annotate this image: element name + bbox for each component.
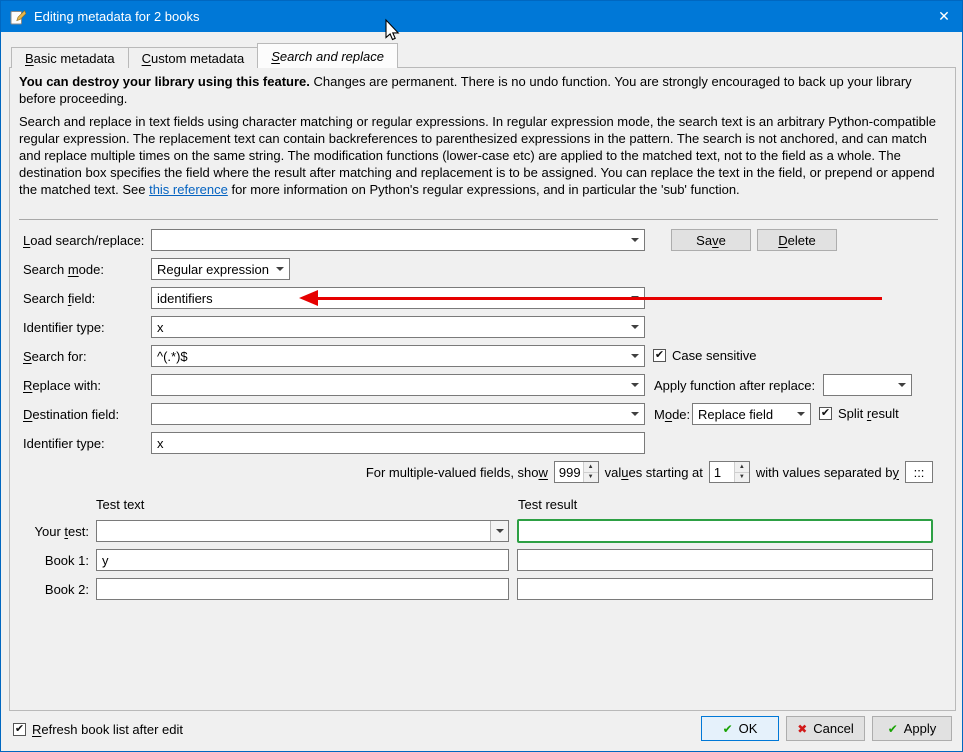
apply-function-combo[interactable] [823,374,912,396]
multi-show-label: For multiple-valued fields, show [365,464,548,480]
destination-field-label: Destination field: [23,407,120,422]
chevron-down-icon [792,404,810,424]
tab-basic-metadata[interactable]: Basic metadata [11,47,129,68]
book2-test-input[interactable] [96,578,509,600]
window-title: Editing metadata for 2 books [34,9,200,24]
refresh-book-list-checkbox[interactable]: ✔ Refresh book list after edit [13,722,183,737]
save-button[interactable]: Save [671,229,751,251]
chevron-down-icon [626,375,644,395]
search-for-combo[interactable]: ^(.*)$ [151,345,645,367]
split-result-checkbox[interactable]: ✔ Split result [819,406,899,421]
book1-result-field[interactable] [517,549,933,571]
identifier-type-label: Identifier type: [23,320,105,335]
chevron-down-icon [893,375,911,395]
search-mode-combo[interactable]: Regular expression [151,258,290,280]
checkmark-icon: ✔ [13,723,26,736]
chevron-down-icon [626,317,644,337]
tab-custom-metadata[interactable]: Custom metadata [127,47,259,68]
ok-check-icon: ✔ [722,721,733,736]
multi-separator-label: with values separated by [755,464,899,480]
apply-function-label: Apply function after replace: [654,378,816,393]
warning-text: You can destroy your library using this … [19,74,912,106]
identifier-type-combo[interactable]: x [151,316,645,338]
replace-with-combo[interactable] [151,374,645,396]
mode-label: Mode: [654,407,691,422]
start-index-spinner[interactable]: 1 ▲ ▼ [708,461,750,483]
tab-search-and-replace[interactable]: Search and replace [257,43,398,68]
your-test-result-field[interactable] [517,519,933,543]
cancel-button[interactable]: ✖ Cancel [786,716,865,741]
spin-down-icon[interactable]: ▼ [734,472,749,482]
chevron-down-icon [626,346,644,366]
chevron-down-icon [271,259,289,279]
mouse-cursor-icon [385,18,400,41]
spin-down-icon[interactable]: ▼ [583,472,598,482]
titlebar: Editing metadata for 2 books ✕ [1,1,962,32]
close-icon: ✕ [938,8,950,24]
chevron-down-icon [626,230,644,250]
identifier-type2-label: Identifier type: [23,436,105,451]
edit-metadata-icon [10,9,26,25]
spin-up-icon[interactable]: ▲ [583,462,598,473]
book2-label: Book 2: [44,582,89,597]
show-count-spinner[interactable]: 999 ▲ ▼ [553,461,599,483]
close-button[interactable]: ✕ [926,1,962,32]
your-test-combo[interactable] [96,520,509,542]
edit-metadata-dialog: Editing metadata for 2 books ✕ Basic met… [0,0,963,752]
book1-label: Book 1: [44,553,89,568]
apply-button[interactable]: ✔ Apply [872,716,952,741]
apply-check-icon: ✔ [887,721,898,736]
checkmark-icon: ✔ [653,349,666,362]
checkmark-icon: ✔ [819,407,832,420]
delete-button[interactable]: Delete [757,229,837,251]
load-search-replace-combo[interactable] [151,229,645,251]
search-for-label: Search for: [23,349,87,364]
destination-field-combo[interactable] [151,403,645,425]
ok-button[interactable]: ✔ OK [701,716,779,741]
multiple-values-row: For multiple-valued fields, show 999 ▲ ▼… [366,460,933,484]
load-search-replace-label: Load search/replace: [23,233,145,248]
identifier-type2-input[interactable] [151,432,645,454]
reference-link[interactable]: this reference [149,182,228,197]
search-mode-label: Search mode: [23,262,104,277]
annotation-arrow-line [317,297,882,300]
separator-line [19,219,938,220]
spin-up-icon[interactable]: ▲ [734,462,749,473]
test-text-header: Test text [96,497,145,512]
replace-with-label: Replace with: [23,378,102,393]
chevron-down-icon [626,404,644,424]
search-field-label: Search field: [23,291,96,306]
case-sensitive-checkbox[interactable]: ✔ Case sensitive [653,348,757,363]
warning-bold: You can destroy your library using this … [19,74,310,89]
multi-start-label: values starting at [604,464,703,480]
values-separator-input[interactable] [905,461,933,483]
test-result-header: Test result [518,497,578,512]
cancel-x-icon: ✖ [797,721,808,736]
description-text: Search and replace in text fields using … [19,114,936,197]
book1-test-input[interactable] [96,549,509,571]
mode-combo[interactable]: Replace field [692,403,811,425]
book2-result-field[interactable] [517,578,933,600]
tab-bar: Basic metadata Custom metadata Search an… [11,43,398,68]
your-test-label: Your test: [34,524,89,539]
chevron-down-icon [490,521,508,541]
annotation-arrow-head [299,290,318,306]
